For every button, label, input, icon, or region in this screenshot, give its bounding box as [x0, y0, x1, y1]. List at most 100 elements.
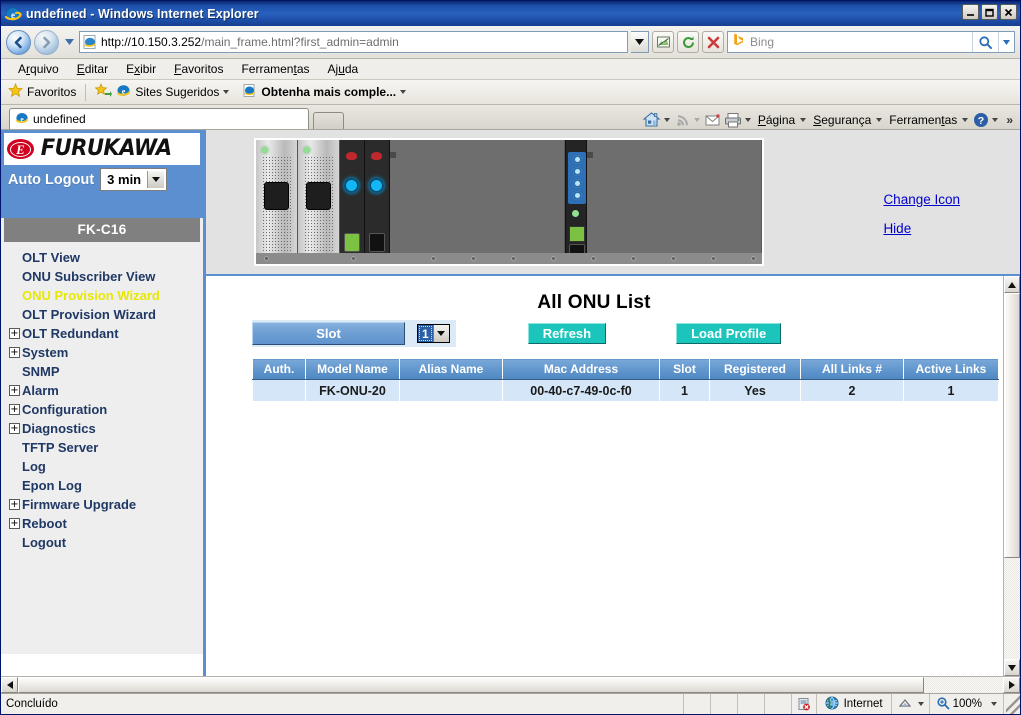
favorites-center-button[interactable]: Favoritos: [7, 82, 76, 101]
protected-mode-indicator[interactable]: [792, 694, 817, 714]
refresh-button[interactable]: Refresh: [527, 323, 607, 344]
home-dropdown-icon[interactable]: [663, 117, 670, 122]
horizontal-scroll-thumb[interactable]: [18, 677, 925, 693]
sidebar-item-olt-view[interactable]: OLT View: [1, 248, 203, 267]
sidebar-item-snmp[interactable]: SNMP: [1, 362, 203, 381]
vertical-scroll-thumb[interactable]: [1004, 293, 1020, 558]
menu-ajuda[interactable]: Ajuda: [319, 60, 368, 78]
home-button[interactable]: [642, 111, 661, 128]
recent-pages-dropdown[interactable]: [62, 31, 76, 53]
chevron-down-icon[interactable]: [917, 702, 924, 706]
column-header-model-name[interactable]: Model Name: [305, 358, 400, 380]
menu-exibir[interactable]: Exibir: [117, 60, 165, 78]
command-bar-overflow-button[interactable]: »: [1003, 113, 1016, 127]
chassis-image[interactable]: [254, 138, 764, 266]
column-header-slot[interactable]: Slot: [659, 358, 710, 380]
column-header-alias-name[interactable]: Alias Name: [399, 358, 503, 380]
zone-dropdown[interactable]: [892, 694, 930, 714]
scroll-right-button[interactable]: [1003, 677, 1020, 693]
page-menu-button[interactable]: Página: [756, 113, 797, 127]
column-header-registered[interactable]: Registered: [709, 358, 801, 380]
slot-select[interactable]: 1: [417, 324, 450, 343]
slot-button[interactable]: Slot: [252, 322, 405, 345]
sidebar-item-epon-log[interactable]: Epon Log: [1, 476, 203, 495]
tools-dropdown-icon[interactable]: [962, 117, 969, 122]
address-input[interactable]: http://10.150.3.252/main_frame.html?firs…: [79, 31, 628, 53]
sidebar-item-logout[interactable]: Logout: [1, 533, 203, 552]
menu-ferramentas[interactable]: Ferramentas: [232, 60, 318, 78]
sidebar-item-reboot[interactable]: + Reboot: [1, 514, 203, 533]
chevron-down-icon[interactable]: [991, 702, 997, 706]
load-profile-button[interactable]: Load Profile: [676, 323, 782, 344]
chevron-down-icon[interactable]: [432, 325, 449, 342]
chevron-down-icon[interactable]: [223, 90, 230, 94]
scroll-down-button[interactable]: [1004, 659, 1020, 676]
address-dropdown-button[interactable]: [631, 31, 649, 53]
window-controls: [962, 4, 1017, 20]
sidebar-item-alarm[interactable]: + Alarm: [1, 381, 203, 400]
security-zone-indicator[interactable]: Internet: [817, 694, 892, 714]
maximize-button[interactable]: [981, 4, 998, 20]
minimize-button[interactable]: [962, 4, 979, 20]
auto-logout-select[interactable]: 3 min: [101, 169, 167, 190]
close-button[interactable]: [1000, 4, 1017, 20]
sidebar-item-onu-subscriber-view[interactable]: ONU Subscriber View: [1, 267, 203, 286]
scroll-left-button[interactable]: [1, 677, 18, 693]
sidebar-item-olt-redundant[interactable]: + OLT Redundant: [1, 324, 203, 343]
page-viewport: E FURUKAWA Auto Logout 3 min FK-C16 OLT: [1, 129, 1020, 676]
page-dropdown-icon[interactable]: [800, 117, 807, 122]
table-row[interactable]: FK-ONU-20 00-40-c7-49-0c-f0 1 Yes 2 1: [252, 379, 999, 402]
search-button[interactable]: [972, 32, 998, 52]
zoom-control[interactable]: 100%: [930, 694, 1004, 714]
print-dropdown-icon[interactable]: [744, 117, 751, 122]
content-vertical-scrollbar[interactable]: [1003, 276, 1020, 676]
hide-link[interactable]: Hide: [883, 221, 911, 236]
sidebar-item-firmware-upgrade[interactable]: + Firmware Upgrade: [1, 495, 203, 514]
feeds-button[interactable]: [675, 112, 691, 128]
horizontal-scroll-track[interactable]: [18, 677, 1003, 693]
help-dropdown-icon[interactable]: [992, 117, 999, 122]
menu-editar[interactable]: Editar: [68, 60, 117, 78]
vertical-scroll-track[interactable]: [1004, 293, 1020, 659]
resize-grip[interactable]: [1006, 694, 1020, 714]
internet-explorer-icon: e: [4, 5, 22, 23]
sidebar-item-olt-provision-wizard[interactable]: OLT Provision Wizard: [1, 305, 203, 324]
compatibility-view-button[interactable]: [652, 31, 674, 53]
sidebar-item-diagnostics[interactable]: + Diagnostics: [1, 419, 203, 438]
search-box[interactable]: Bing: [727, 31, 1015, 53]
back-button[interactable]: [6, 29, 31, 55]
stop-button[interactable]: [702, 31, 724, 53]
menu-favoritos[interactable]: Favoritos: [165, 60, 232, 78]
search-input[interactable]: Bing: [728, 32, 972, 52]
column-header-all-links[interactable]: All Links #: [800, 358, 904, 380]
tab-undefined[interactable]: e undefined: [9, 108, 309, 129]
search-options-dropdown[interactable]: [998, 32, 1014, 52]
sidebar-item-tftp-server[interactable]: TFTP Server: [1, 438, 203, 457]
change-icon-link[interactable]: Change Icon: [883, 192, 960, 207]
print-button[interactable]: [724, 112, 742, 128]
feeds-dropdown-icon[interactable]: [693, 117, 700, 122]
column-header-active-links[interactable]: Active Links: [903, 358, 999, 380]
chevron-down-icon[interactable]: [147, 171, 165, 188]
sidebar-item-configuration[interactable]: + Configuration: [1, 400, 203, 419]
new-tab-button[interactable]: [313, 112, 344, 129]
security-menu-button[interactable]: Segurança: [811, 113, 873, 127]
security-dropdown-icon[interactable]: [876, 117, 883, 122]
column-header-auth[interactable]: Auth.: [252, 358, 306, 380]
cell-registered: Yes: [709, 379, 801, 402]
get-more-addons-button[interactable]: Obtenha mais comple...: [242, 83, 407, 101]
chevron-down-icon[interactable]: [400, 90, 407, 94]
page-horizontal-scrollbar[interactable]: [1, 676, 1020, 693]
tools-menu-button[interactable]: Ferramentas: [887, 113, 959, 127]
refresh-button[interactable]: [677, 31, 699, 53]
add-to-favorites-button[interactable]: e Sites Sugeridos: [94, 83, 230, 101]
scroll-up-button[interactable]: [1004, 276, 1020, 293]
column-header-mac-address[interactable]: Mac Address: [502, 358, 660, 380]
sidebar-item-onu-provision-wizard[interactable]: ONU Provision Wizard: [1, 286, 203, 305]
help-button[interactable]: ?: [973, 112, 989, 128]
read-mail-button[interactable]: [705, 113, 722, 127]
sidebar-item-log[interactable]: Log: [1, 457, 203, 476]
sidebar-item-system[interactable]: + System: [1, 343, 203, 362]
forward-button[interactable]: [34, 29, 59, 55]
menu-arquivo[interactable]: Arquivo: [9, 60, 68, 78]
